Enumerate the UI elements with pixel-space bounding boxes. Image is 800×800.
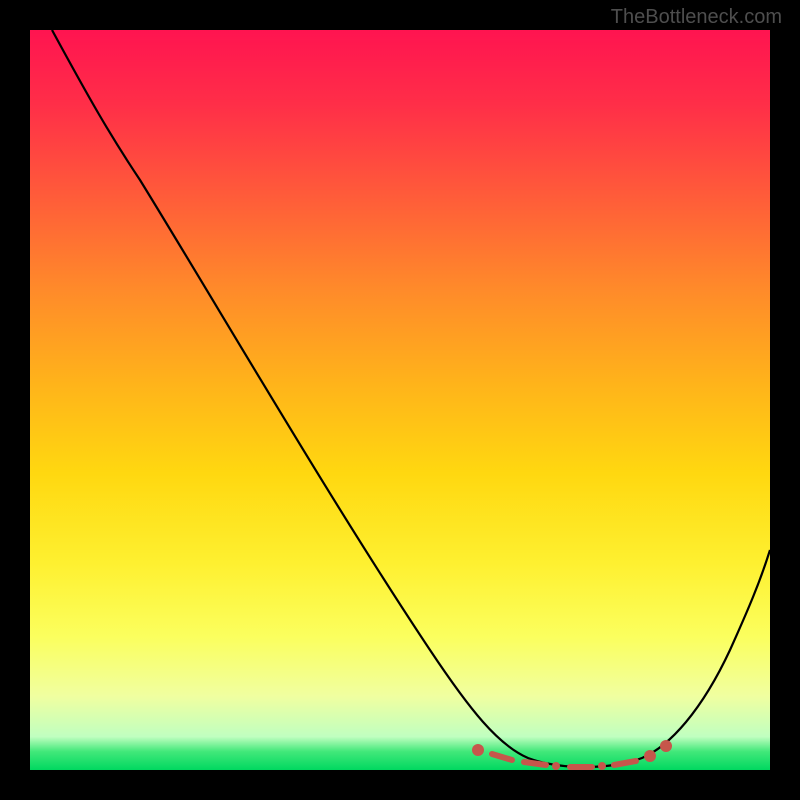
marker-dot xyxy=(552,762,560,770)
marker-dot xyxy=(644,750,656,762)
marker-dot xyxy=(472,744,484,756)
chart-svg xyxy=(30,30,770,770)
plot-area xyxy=(30,30,770,770)
marker-dot xyxy=(598,762,606,770)
optimal-range-markers xyxy=(472,740,672,770)
marker-dash xyxy=(524,762,546,765)
marker-dash xyxy=(492,754,512,760)
watermark-text: TheBottleneck.com xyxy=(611,6,782,29)
marker-dash xyxy=(614,761,636,765)
marker-dot xyxy=(660,740,672,752)
bottleneck-curve xyxy=(52,30,770,767)
